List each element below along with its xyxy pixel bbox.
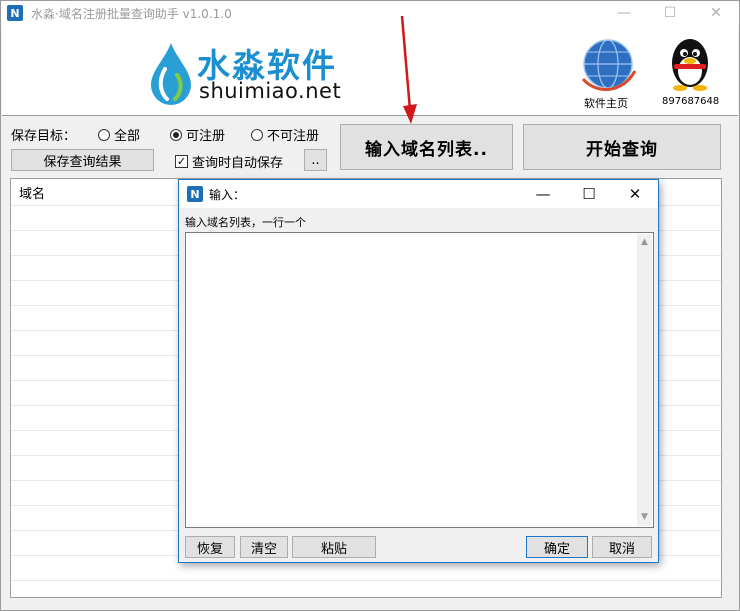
red-arrow-annotation — [400, 15, 417, 124]
radio-all-label: 全部 — [114, 129, 141, 144]
input-domain-list-button[interactable]: 输入域名列表.. — [340, 124, 513, 170]
title-bar: N 水淼·域名注册批量查询助手 v1.0.1.0 — ☐ ✕ — [1, 1, 739, 25]
input-dialog: N 输入： — ☐ ✕ 输入域名列表，一行一个 ▲ ▼ 恢复 清空 粘贴 确定 … — [178, 179, 659, 563]
logo-english-text: shuimiao.net — [199, 79, 342, 103]
window-title: 水淼·域名注册批量查询助手 v1.0.1.0 — [31, 6, 232, 21]
paste-button[interactable]: 粘贴 — [292, 536, 376, 558]
auto-save-label: 查询时自动保存 — [192, 156, 284, 171]
restore-button[interactable]: 恢复 — [185, 536, 235, 558]
vertical-scrollbar[interactable]: ▲ ▼ — [637, 234, 652, 526]
dialog-minimize-button[interactable]: — — [520, 180, 566, 208]
domain-list-textarea[interactable]: ▲ ▼ — [185, 232, 654, 528]
dialog-title-bar: N 输入： — ☐ ✕ — [179, 180, 658, 208]
cancel-button[interactable]: 取消 — [592, 536, 652, 558]
qq-number-label[interactable]: 897687648 — [662, 96, 719, 107]
radio-unavailable[interactable]: 不可注册 — [251, 125, 319, 144]
checkmark-icon: ✓ — [175, 155, 188, 168]
radio-available[interactable]: 可注册 — [170, 125, 225, 144]
save-results-button[interactable]: 保存查询结果 — [11, 149, 154, 171]
scroll-up-icon[interactable]: ▲ — [639, 237, 650, 248]
radio-available-label: 可注册 — [186, 129, 226, 144]
save-target-label: 保存目标： — [11, 129, 77, 144]
auto-save-checkbox[interactable]: ✓ 查询时自动保存 — [175, 152, 283, 171]
header-banner: 水淼软件 shuimiao.net 软件主页 897687648 — [2, 25, 738, 115]
row-divider — [11, 580, 721, 581]
app-icon: N — [7, 5, 23, 21]
radio-unavailable-label: 不可注册 — [267, 129, 320, 144]
start-query-button[interactable]: 开始查询 — [523, 124, 721, 170]
dialog-prompt: 输入域名列表，一行一个 — [185, 216, 306, 229]
radio-selected-icon — [170, 128, 182, 141]
qq-penguin-icon[interactable] — [667, 33, 713, 91]
radio-circle-icon — [251, 128, 263, 141]
dialog-window-controls: — ☐ ✕ — [520, 180, 658, 208]
scroll-down-icon[interactable]: ▼ — [639, 512, 650, 523]
window-controls: — ☐ ✕ — [601, 1, 739, 25]
ok-button[interactable]: 确定 — [526, 536, 588, 558]
dialog-title: 输入： — [209, 187, 246, 202]
globe-icon[interactable] — [579, 35, 637, 93]
close-button[interactable]: ✕ — [693, 1, 739, 25]
dialog-app-icon: N — [187, 186, 203, 202]
minimize-button[interactable]: — — [601, 1, 647, 25]
toolbar: 保存目标： 全部 可注册 不可注册 保存查询结果 ✓ 查询时自动保存 .. 输入… — [2, 115, 738, 177]
dialog-maximize-button[interactable]: ☐ — [566, 180, 612, 208]
dialog-close-button[interactable]: ✕ — [612, 180, 658, 208]
maximize-button[interactable]: ☐ — [647, 1, 693, 25]
browse-button[interactable]: .. — [304, 149, 327, 171]
radio-circle-icon — [98, 128, 110, 141]
clear-button[interactable]: 清空 — [240, 536, 288, 558]
water-drop-icon — [151, 43, 191, 105]
logo[interactable]: 水淼软件 shuimiao.net — [147, 37, 367, 107]
radio-all[interactable]: 全部 — [98, 125, 140, 144]
column-header-domain: 域名 — [19, 187, 46, 202]
home-page-label[interactable]: 软件主页 — [584, 95, 628, 111]
